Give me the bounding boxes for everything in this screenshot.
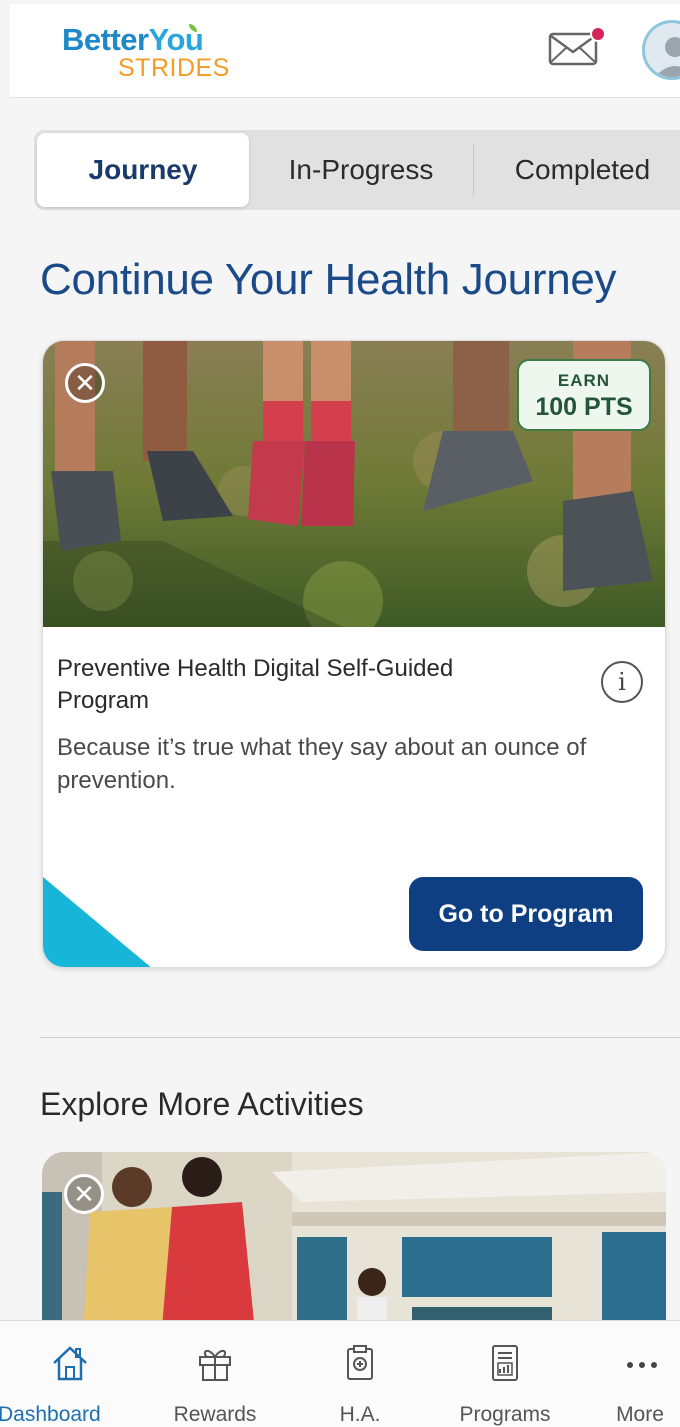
- program-card[interactable]: ✕ EARN 100 PTS Preventive Health Digital…: [42, 340, 666, 968]
- home-icon: [53, 1346, 87, 1381]
- tab-completed[interactable]: Completed: [474, 133, 680, 207]
- info-icon[interactable]: i: [601, 661, 643, 703]
- segmented-tabs: Journey In-Progress Completed: [34, 130, 680, 210]
- programs-icon: [492, 1345, 518, 1381]
- go-to-program-button[interactable]: Go to Program: [409, 877, 643, 951]
- logo-strides: STRIDES: [118, 54, 230, 82]
- nav-programs-label: Programs: [459, 1403, 551, 1426]
- nav-programs[interactable]: Programs: [440, 1321, 570, 1427]
- program-title: Preventive Health Digital Self-Guided Pr…: [57, 655, 454, 714]
- bottom-navigation: Dashboard Rewards H.A. Programs More: [0, 1320, 680, 1427]
- nav-more[interactable]: More: [600, 1321, 680, 1427]
- nav-ha-label: H.A.: [339, 1403, 381, 1426]
- dismiss-activity-icon[interactable]: ✕: [64, 1174, 104, 1214]
- explore-section-title: Explore More Activities: [40, 1086, 364, 1122]
- more-icon: [626, 1362, 657, 1368]
- nav-rewards[interactable]: Rewards: [150, 1321, 280, 1427]
- betteryou-strides-logo: BetterYou STRIDES: [62, 24, 230, 81]
- tab-in-progress[interactable]: In-Progress: [249, 144, 474, 196]
- nav-ha[interactable]: H.A.: [300, 1321, 420, 1427]
- nav-more-label: More: [616, 1403, 664, 1426]
- health-assessment-icon: [347, 1345, 373, 1380]
- page-title: Continue Your Health Journey: [40, 255, 617, 304]
- section-divider: [40, 1037, 680, 1038]
- badge-points-value: 100 PTS: [535, 393, 633, 421]
- program-description: Because it’s true what they say about an…: [57, 734, 587, 794]
- notification-dot: [590, 26, 606, 42]
- nav-rewards-label: Rewards: [173, 1403, 257, 1426]
- tab-journey[interactable]: Journey: [37, 133, 249, 207]
- avatar[interactable]: [642, 20, 680, 80]
- logo-better: Better: [62, 22, 149, 57]
- gift-icon: [199, 1350, 231, 1381]
- teal-corner-decoration: [43, 877, 151, 967]
- dismiss-card-icon[interactable]: ✕: [65, 363, 105, 403]
- earn-points-badge: EARN 100 PTS: [517, 359, 651, 431]
- nav-dashboard[interactable]: Dashboard: [0, 1321, 140, 1427]
- badge-earn-label: EARN: [557, 371, 611, 390]
- app-header: BetterYou STRIDES: [10, 4, 680, 98]
- nav-dashboard-label: Dashboard: [0, 1403, 101, 1426]
